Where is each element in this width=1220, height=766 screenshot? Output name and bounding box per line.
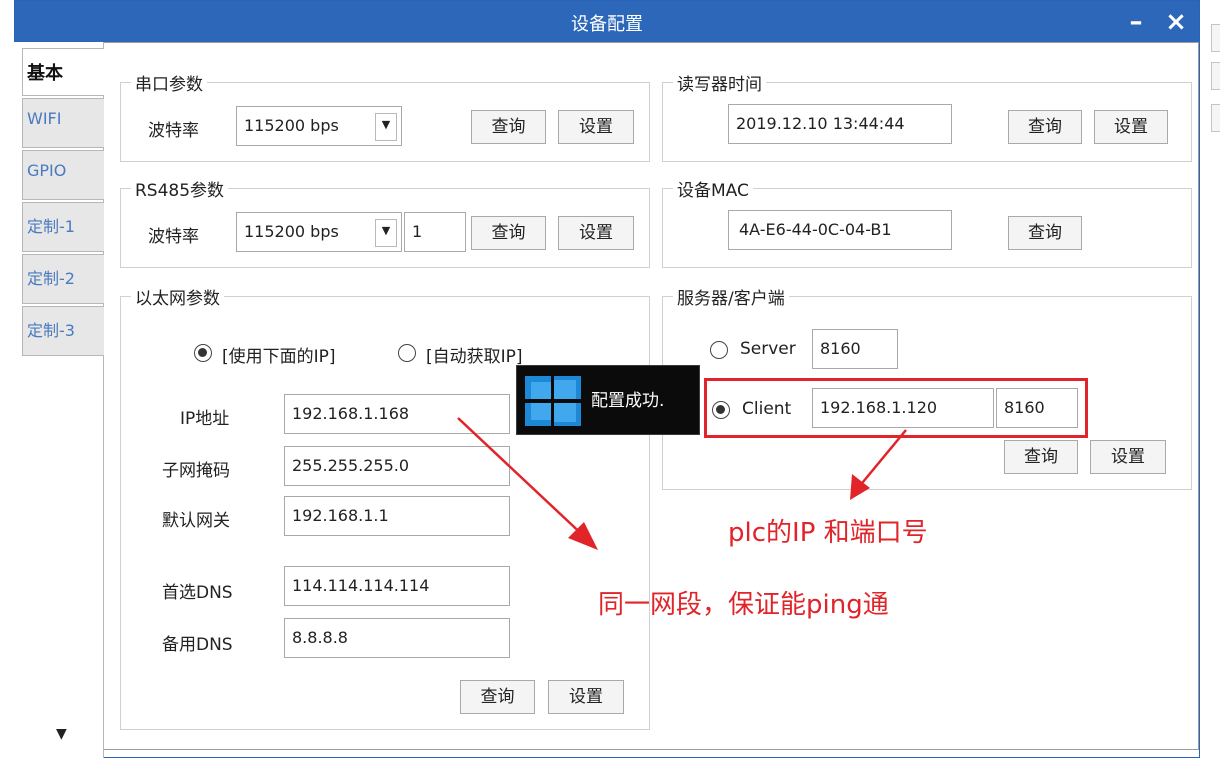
subnet-mask-label: 子网掩码 [162, 461, 230, 481]
radio-server[interactable] [710, 341, 728, 359]
edge-tab [1211, 24, 1220, 52]
dns2-field[interactable]: 8.8.8.8 [284, 618, 510, 658]
rs485-set-button[interactable]: 设置 [558, 216, 634, 250]
gateway-label: 默认网关 [162, 511, 230, 531]
tab-label: GPIO [27, 161, 67, 180]
serial-set-button[interactable]: 设置 [558, 110, 634, 144]
device-mac-query-button[interactable]: 查询 [1008, 216, 1082, 250]
serial-baud-value: 115200 bps [244, 116, 339, 135]
rs485-address-field[interactable]: 1 [404, 212, 466, 252]
client-highlight-box [704, 378, 1088, 438]
window-title: 设备配置 [571, 14, 643, 35]
reader-time-set-button[interactable]: 设置 [1094, 110, 1168, 144]
serial-baud-label: 波特率 [148, 121, 199, 141]
ethernet-set-button[interactable]: 设置 [548, 680, 624, 714]
device-mac-legend: 设备MAC [677, 181, 749, 201]
reader-time-field[interactable]: 2019.12.10 13:44:44 [728, 104, 952, 144]
radio-server-label: Server [740, 339, 796, 359]
tab-wifi[interactable]: WIFI [22, 98, 110, 148]
tab-scroll-down-icon[interactable]: ▼ [56, 726, 67, 742]
reader-time-legend: 读写器时间 [677, 75, 762, 95]
serial-params-legend: 串口参数 [135, 75, 203, 95]
rs485-params-legend: RS485参数 [135, 181, 225, 201]
radio-manual-ip[interactable] [194, 344, 212, 362]
server-client-query-button[interactable]: 查询 [1004, 440, 1078, 474]
rs485-address-value: 1 [412, 222, 423, 241]
minimize-button[interactable]: – [1119, 5, 1153, 39]
reader-time-query-button[interactable]: 查询 [1008, 110, 1082, 144]
tab-label: 定制-3 [27, 321, 75, 340]
server-client-legend: 服务器/客户端 [677, 289, 785, 309]
tab-label: 定制-1 [27, 217, 75, 236]
tab-gpio[interactable]: GPIO [22, 150, 110, 200]
dns2-label: 备用DNS [162, 635, 233, 655]
dropdown-arrow-icon[interactable]: ▼ [375, 113, 397, 141]
windows-logo-icon [525, 376, 581, 426]
annotation-same-subnet: 同一网段，保证能ping通 [598, 590, 889, 620]
serial-query-button[interactable]: 查询 [471, 110, 546, 144]
ethernet-query-button[interactable]: 查询 [460, 680, 535, 714]
server-port-field[interactable]: 8160 [812, 329, 898, 369]
edge-tab [1211, 62, 1220, 90]
tab-custom-2[interactable]: 定制-2 [22, 254, 110, 304]
tab-label: WIFI [27, 109, 62, 128]
gateway-field[interactable]: 192.168.1.1 [284, 496, 510, 536]
dropdown-arrow-icon[interactable]: ▼ [375, 219, 397, 247]
rs485-baud-value: 115200 bps [244, 222, 339, 241]
close-button[interactable]: × [1159, 5, 1193, 39]
annotation-plc-ip-port: plc的IP 和端口号 [728, 518, 928, 548]
toast-notification: 配置成功. [516, 365, 700, 435]
dns1-field[interactable]: 114.114.114.114 [284, 566, 510, 606]
rs485-baud-label: 波特率 [148, 227, 199, 247]
ip-address-field[interactable]: 192.168.1.168 [284, 394, 510, 434]
tab-basic[interactable]: 基本 [22, 48, 110, 96]
dns1-label: 首选DNS [162, 583, 233, 603]
serial-baud-select[interactable]: 115200 bps ▼ [236, 106, 402, 146]
radio-manual-ip-label: [使用下面的IP] [222, 347, 336, 367]
edge-tab [1211, 104, 1220, 132]
ip-address-label: IP地址 [180, 409, 230, 429]
toast-message: 配置成功. [591, 391, 665, 411]
device-mac-field[interactable]: 4A-E6-44-0C-04-B1 [728, 210, 952, 250]
radio-auto-ip-label: [自动获取IP] [426, 347, 523, 367]
radio-auto-ip[interactable] [398, 344, 416, 362]
ethernet-params-legend: 以太网参数 [135, 289, 220, 309]
tab-label: 定制-2 [27, 269, 75, 288]
rs485-baud-select[interactable]: 115200 bps ▼ [236, 212, 402, 252]
title-bar: 设备配置 – × [15, 1, 1199, 43]
tab-label: 基本 [27, 63, 63, 84]
subnet-mask-field[interactable]: 255.255.255.0 [284, 446, 510, 486]
tab-custom-3[interactable]: 定制-3 [22, 306, 110, 356]
server-client-set-button[interactable]: 设置 [1090, 440, 1166, 474]
rs485-query-button[interactable]: 查询 [471, 216, 546, 250]
tab-custom-1[interactable]: 定制-1 [22, 202, 110, 252]
